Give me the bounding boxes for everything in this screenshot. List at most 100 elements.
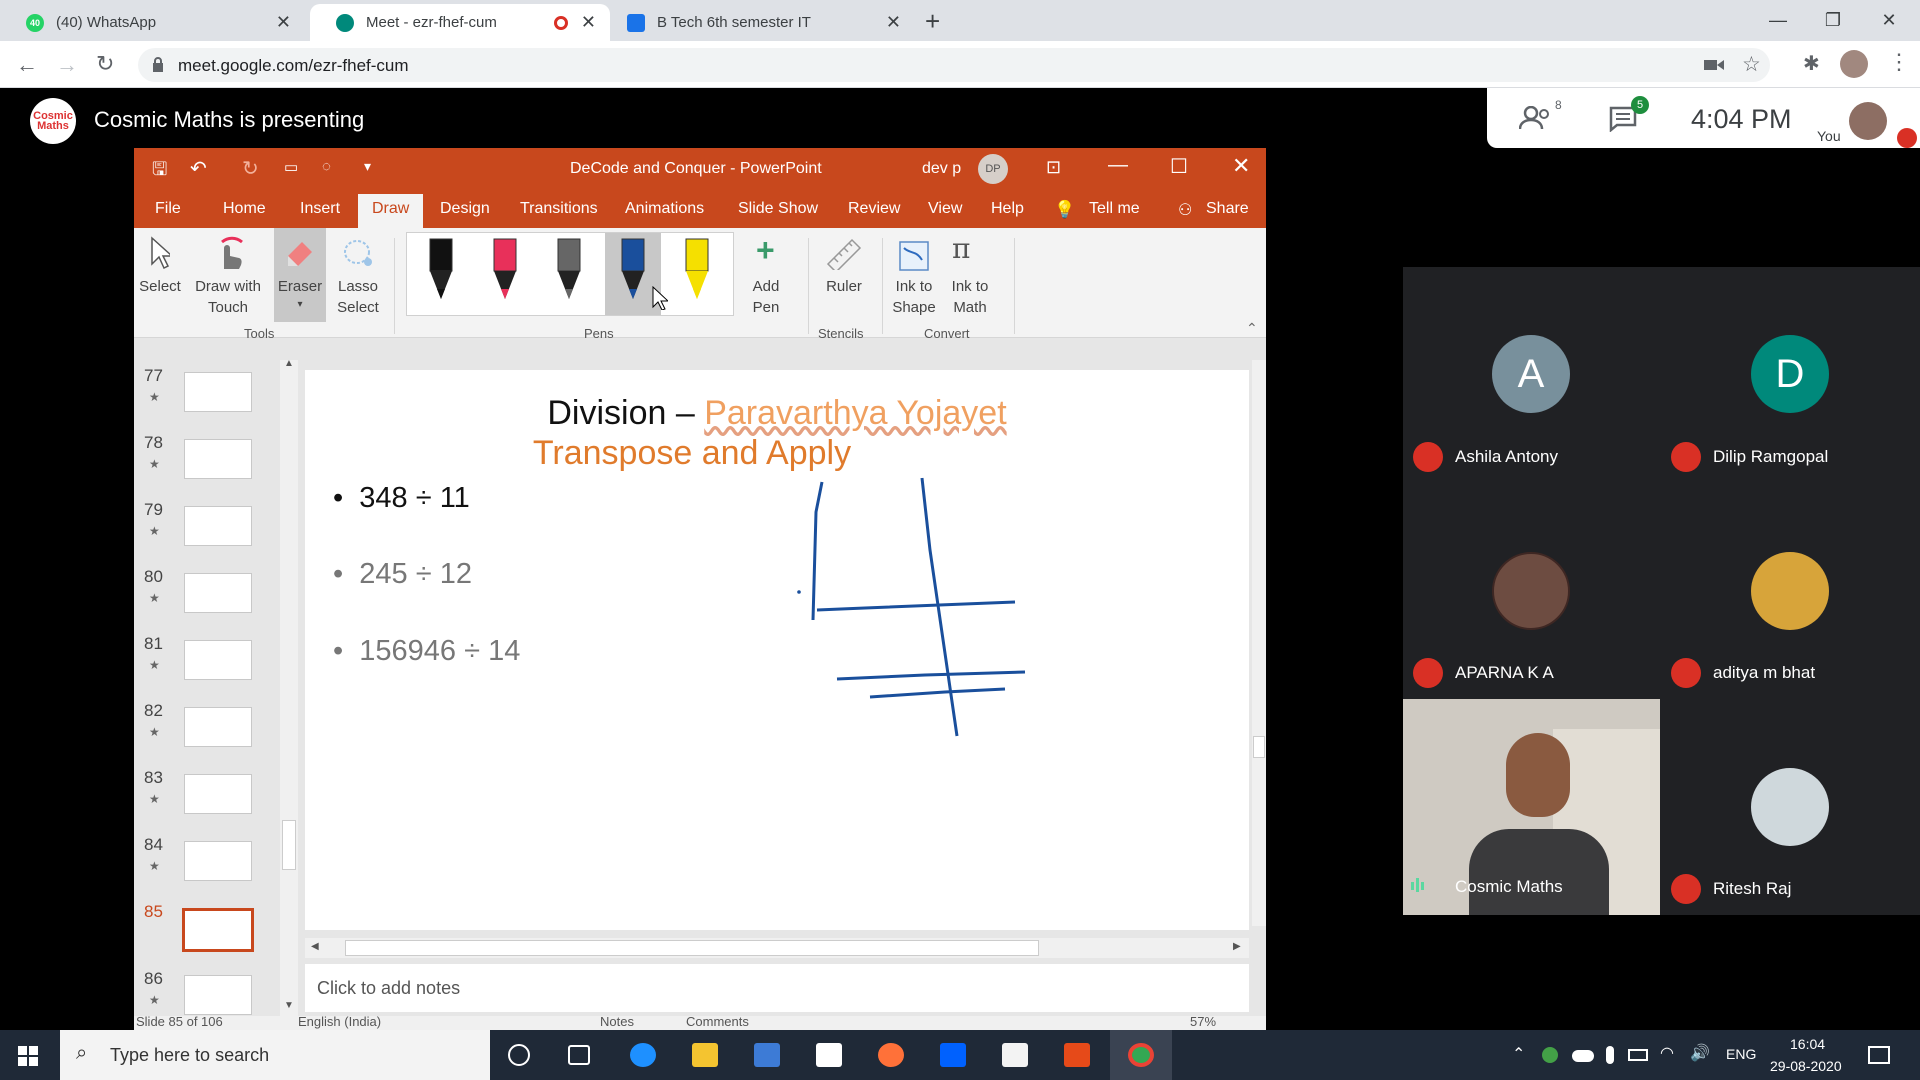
slide-thumbnail[interactable]	[184, 774, 252, 814]
ink-to-shape-button[interactable]: Ink to Shape	[886, 232, 942, 318]
slide-thumbnail[interactable]	[184, 573, 252, 613]
people-icon[interactable]	[1519, 106, 1553, 130]
back-icon[interactable]: ←	[16, 52, 38, 78]
taskbar-time[interactable]: 16:04	[1790, 1036, 1825, 1052]
tab-whatsapp[interactable]: 40 (40) WhatsApp ✕	[0, 4, 305, 41]
language-indicator[interactable]: ENG	[1726, 1046, 1756, 1062]
scroll-left-icon[interactable]: ◀	[311, 941, 319, 952]
lasso-qa-icon[interactable]: ◌	[322, 158, 331, 175]
volume-icon[interactable]: 🔊	[1690, 1043, 1710, 1063]
tab-design[interactable]: Design	[440, 200, 490, 218]
redo-icon[interactable]: ↻	[242, 156, 259, 181]
present-icon[interactable]: ▭	[284, 158, 298, 176]
minimize-button[interactable]: —	[1755, 6, 1801, 34]
scroll-down-icon[interactable]: ▼	[284, 1000, 294, 1011]
tab-view[interactable]: View	[928, 200, 962, 218]
thumbnail-scrollbar[interactable]: ▲ ▼	[280, 358, 298, 1016]
slide-scrollbar[interactable]	[1252, 360, 1266, 926]
scroll-thumb[interactable]	[282, 820, 296, 870]
ruler-button[interactable]: Ruler	[814, 232, 874, 318]
pen-swatch[interactable]	[477, 233, 533, 315]
extensions-icon[interactable]: ✱	[1803, 51, 1820, 76]
close-icon[interactable]: ✕	[886, 12, 901, 33]
wifi-icon[interactable]: ◠	[1660, 1043, 1674, 1063]
undo-icon[interactable]: ↶	[190, 156, 207, 181]
tab-draw[interactable]: Draw	[358, 194, 424, 228]
pen-swatch[interactable]	[541, 233, 597, 315]
eraser-dropdown-icon[interactable]: ▾	[274, 294, 326, 315]
select-tool-button[interactable]: Select	[139, 232, 181, 318]
file-explorer-icon[interactable]	[692, 1043, 718, 1067]
slide-thumbnail[interactable]	[184, 506, 252, 546]
collapse-ribbon-icon[interactable]: ⌃	[1246, 320, 1258, 337]
comments-toggle[interactable]: Comments	[686, 1014, 749, 1029]
h-scroll-thumb[interactable]	[345, 940, 1039, 956]
tab-file[interactable]: File	[155, 200, 181, 218]
new-tab-button[interactable]: +	[925, 6, 940, 37]
notification-center-icon[interactable]	[1868, 1046, 1890, 1064]
edge-icon[interactable]	[630, 1043, 656, 1067]
camera-icon[interactable]	[1704, 58, 1724, 72]
office-icon[interactable]	[1064, 1043, 1090, 1067]
cortana-icon[interactable]	[508, 1044, 530, 1066]
slide-thumbnail[interactable]	[184, 975, 252, 1015]
lasso-select-button[interactable]: Lasso Select	[330, 232, 386, 318]
close-icon[interactable]: ✕	[276, 12, 291, 33]
onedrive-icon[interactable]	[1572, 1050, 1594, 1062]
zoom-level[interactable]: 57%	[1190, 1014, 1216, 1029]
tab-help[interactable]: Help	[991, 200, 1024, 218]
notes-toggle[interactable]: Notes	[600, 1014, 634, 1029]
slide-thumbnail[interactable]	[184, 372, 252, 412]
scroll-up-icon[interactable]: ▲	[284, 358, 294, 369]
ink-to-math-button[interactable]: π Ink to Math	[942, 232, 998, 318]
tab-classroom[interactable]: B Tech 6th semester IT ✕	[615, 4, 915, 41]
language-status[interactable]: English (India)	[298, 1014, 381, 1029]
slide-thumbnail[interactable]	[184, 707, 252, 747]
tab-review[interactable]: Review	[848, 200, 900, 218]
taskbar-date[interactable]: 29-08-2020	[1770, 1058, 1842, 1074]
ppt-user-avatar[interactable]: DP	[978, 154, 1008, 184]
slide-thumbnail[interactable]	[184, 841, 252, 881]
tab-insert[interactable]: Insert	[300, 200, 340, 218]
tab-slide-show[interactable]: Slide Show	[738, 200, 818, 218]
eraser-button[interactable]: Eraser ▾	[274, 228, 326, 322]
star-icon[interactable]: ☆	[1742, 52, 1761, 77]
profile-avatar[interactable]	[1840, 50, 1868, 78]
dropbox-icon[interactable]	[940, 1043, 966, 1067]
add-pen-button[interactable]: + Add Pen	[740, 232, 792, 318]
tell-me-input[interactable]: Tell me	[1089, 200, 1140, 218]
customize-qa-icon[interactable]: ▾	[364, 158, 371, 175]
slide-thumbnail[interactable]	[184, 439, 252, 479]
slide-canvas[interactable]: Division – Paravarthya Yojayet Transpose…	[305, 370, 1249, 930]
draw-with-touch-button[interactable]: Draw with Touch	[190, 232, 266, 318]
share-button[interactable]: Share	[1206, 200, 1249, 218]
tab-home[interactable]: Home	[223, 200, 266, 218]
address-bar[interactable]: meet.google.com/ezr-fhef-cum ☆	[138, 48, 1770, 82]
pen-swatch[interactable]	[413, 233, 469, 315]
ppt-maximize-button[interactable]: ☐	[1170, 154, 1188, 179]
chrome-taskbar-item[interactable]	[1110, 1030, 1172, 1080]
ppt-close-button[interactable]: ✕	[1232, 153, 1250, 179]
slide-thumbnail[interactable]	[184, 640, 252, 680]
horizontal-scrollbar[interactable]: ◀ ▶	[305, 938, 1249, 958]
store-icon[interactable]	[754, 1043, 780, 1067]
close-window-button[interactable]: ✕	[1866, 6, 1912, 34]
tab-animations[interactable]: Animations	[625, 200, 704, 218]
firefox-icon[interactable]	[878, 1043, 904, 1067]
pen-swatch[interactable]	[669, 233, 725, 315]
slide-scroll-thumb[interactable]	[1253, 736, 1265, 758]
reload-icon[interactable]: ↻	[96, 51, 114, 77]
tray-app-icon[interactable]	[1542, 1047, 1558, 1063]
maximize-button[interactable]: ❐	[1810, 6, 1856, 34]
forward-icon[interactable]: →	[56, 52, 78, 78]
save-icon[interactable]: 🖫	[152, 157, 167, 187]
self-avatar[interactable]	[1849, 102, 1887, 140]
mail-icon[interactable]	[816, 1043, 842, 1067]
task-view-icon[interactable]	[568, 1045, 590, 1065]
tab-meet[interactable]: Meet - ezr-fhef-cum ✕	[310, 4, 610, 41]
battery-icon[interactable]	[1628, 1049, 1648, 1061]
show-hidden-icons[interactable]: ⌃	[1512, 1044, 1525, 1064]
notes-pane[interactable]: Click to add notes	[305, 964, 1249, 1012]
windows-start-icon[interactable]	[18, 1046, 38, 1066]
scroll-right-icon[interactable]: ▶	[1233, 941, 1241, 952]
